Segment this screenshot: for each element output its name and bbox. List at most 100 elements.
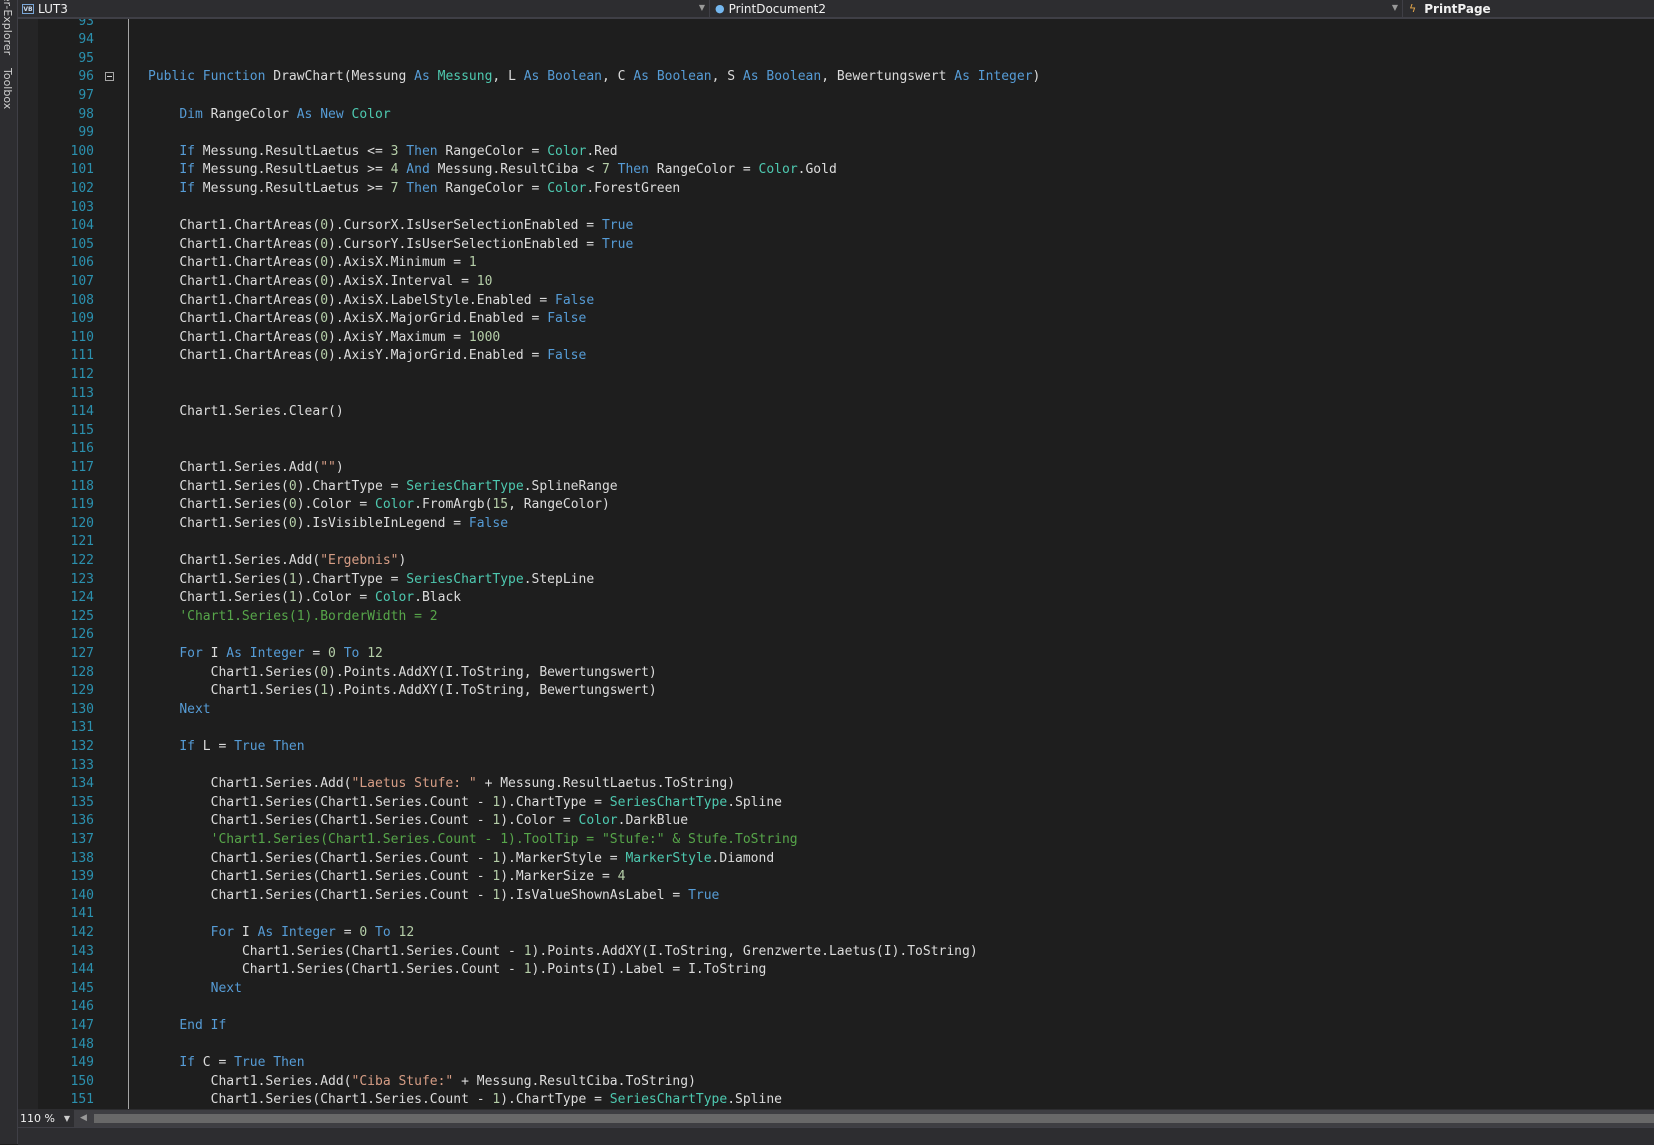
component-icon: ● [715,2,725,15]
member-dropdown[interactable]: ϟ PrintPage [1403,0,1654,17]
project-dropdown[interactable]: VB LUT3 ▼ [18,0,710,17]
code-line[interactable]: 127 For I As Integer = 0 To 12 [18,645,1654,664]
code-text: Chart1.Series(Chart1.Series.Count - 1).C… [210,794,782,810]
code-line[interactable]: 147 End If [18,1017,1654,1036]
tab-toolbox[interactable]: Toolbox [1,68,14,109]
zoom-level-dropdown[interactable]: 110 % ▼ [18,1110,74,1127]
code-line[interactable]: 139 Chart1.Series(Chart1.Series.Count - 1… [18,868,1654,887]
code-line[interactable]: 118 Chart1.Series(0).ChartType = SeriesCh… [18,478,1654,497]
code-line[interactable]: 134 Chart1.Series.Add("Laetus Stufe: " + … [18,775,1654,794]
tab-server-explorer[interactable]: Server-Explorer [1,0,14,55]
code-line[interactable]: 131 [18,719,1654,738]
code-line[interactable]: 108 Chart1.ChartAreas(0).AxisX.LabelStyle… [18,292,1654,311]
code-line[interactable]: 148 [18,1036,1654,1055]
bottom-panel [18,1127,1654,1145]
code-line[interactable]: 103 [18,199,1654,218]
collapse-icon[interactable] [105,72,114,82]
code-line[interactable]: 141 [18,905,1654,924]
code-line[interactable]: 143 Chart1.Series(Chart1.Series.Count - 1… [18,943,1654,962]
line-number: 130 [70,701,94,717]
code-line[interactable]: 114 Chart1.Series.Clear() [18,403,1654,422]
code-line[interactable]: 110 Chart1.ChartAreas(0).AxisY.Maximum = … [18,329,1654,348]
line-number: 138 [70,850,94,866]
code-line[interactable]: 116 [18,440,1654,459]
line-number: 131 [70,720,94,736]
scroll-left-arrow-icon[interactable]: ◀ [80,1113,87,1123]
code-line[interactable]: 119 Chart1.Series(0).Color = Color.FromAr… [18,496,1654,515]
code-text: Chart1.Series(Chart1.Series.Count - 1).M… [210,869,626,885]
line-number: 128 [70,664,94,680]
code-text: Chart1.Series(0).Color = Color.FromArgb(… [179,497,610,513]
code-text: End If [179,1017,227,1033]
code-line[interactable]: 104 Chart1.ChartAreas(0).CursorX.IsUserSe… [18,217,1654,236]
event-lightning-icon: ϟ [1409,2,1417,15]
code-text: 'Chart1.Series(1).BorderWidth = 2 [179,608,438,624]
horizontal-scrollbar-thumb[interactable] [94,1114,1654,1123]
code-line[interactable]: 95 [18,50,1654,69]
code-line[interactable]: 130 Next [18,701,1654,720]
line-number: 117 [70,459,94,475]
code-line[interactable]: 124 Chart1.Series(1).Color = Color.Black [18,589,1654,608]
line-number: 141 [70,906,94,922]
code-line[interactable]: 109 Chart1.ChartAreas(0).AxisX.MajorGrid.… [18,310,1654,329]
code-line[interactable]: 129 Chart1.Series(1).Points.AddXY(I.ToStr… [18,682,1654,701]
code-line[interactable]: 140 Chart1.Series(Chart1.Series.Count - 1… [18,887,1654,906]
code-line[interactable]: 135 Chart1.Series(Chart1.Series.Count - 1… [18,794,1654,813]
code-line[interactable]: 99 [18,124,1654,143]
code-text: Chart1.ChartAreas(0).CursorX.IsUserSelec… [179,218,634,234]
code-line[interactable]: 93 [18,19,1654,31]
code-line[interactable]: 111 Chart1.ChartAreas(0).AxisY.MajorGrid.… [18,347,1654,366]
code-line[interactable]: 105 Chart1.ChartAreas(0).CursorY.IsUserSe… [18,236,1654,255]
code-line[interactable]: 128 Chart1.Series(0).Points.AddXY(I.ToStr… [18,664,1654,683]
code-line[interactable]: 112 [18,366,1654,385]
code-line[interactable]: 121 [18,533,1654,552]
code-text: Chart1.Series(Chart1.Series.Count - 1).C… [210,813,689,829]
code-text: If L = True Then [179,738,305,754]
code-text: Next [210,980,242,996]
code-line[interactable]: 137 'Chart1.Series(Chart1.Series.Count - … [18,831,1654,850]
code-line[interactable]: 142 For I As Integer = 0 To 12 [18,924,1654,943]
code-line[interactable]: 120 Chart1.Series(0).IsVisibleInLegend = … [18,515,1654,534]
code-line[interactable]: 136 Chart1.Series(Chart1.Series.Count - 1… [18,812,1654,831]
code-line[interactable]: 149 If C = True Then [18,1054,1654,1073]
code-line[interactable]: 125 'Chart1.Series(1).BorderWidth = 2 [18,608,1654,627]
code-line[interactable]: 126 [18,626,1654,645]
line-number: 107 [70,273,94,289]
line-number: 110 [70,329,94,345]
code-line[interactable]: 146 [18,998,1654,1017]
object-dropdown[interactable]: ● PrintDocument2 ▼ [710,0,1403,17]
code-line[interactable]: 113 [18,385,1654,404]
code-line[interactable]: 102 If Messung.ResultLaetus >= 7 Then Ran… [18,180,1654,199]
code-line[interactable]: 151 Chart1.Series(Chart1.Series.Count - 1… [18,1091,1654,1109]
code-line[interactable]: 115 [18,422,1654,441]
code-line[interactable]: 138 Chart1.Series(Chart1.Series.Count - 1… [18,850,1654,869]
code-line[interactable]: 150 Chart1.Series.Add("Ciba Stufe:" + Mes… [18,1073,1654,1092]
code-text: Chart1.Series.Clear() [179,404,344,420]
line-number: 143 [70,943,94,959]
code-line[interactable]: 106 Chart1.ChartAreas(0).AxisX.Minimum = … [18,254,1654,273]
line-number: 99 [78,125,94,141]
line-number: 149 [70,1055,94,1071]
line-number: 123 [70,571,94,587]
code-line[interactable]: 98 Dim RangeColor As New Color [18,106,1654,125]
line-number: 140 [70,887,94,903]
line-number: 115 [70,422,94,438]
code-text: If C = True Then [179,1055,305,1071]
line-number: 122 [70,552,94,568]
code-line[interactable]: 117 Chart1.Series.Add("") [18,459,1654,478]
code-line[interactable]: 123 Chart1.Series(1).ChartType = SeriesCh… [18,571,1654,590]
code-line[interactable]: 97 [18,87,1654,106]
code-line[interactable]: 96 Public Function DrawChart(Messung As M… [18,68,1654,87]
code-line[interactable]: 100 If Messung.ResultLaetus <= 3 Then Ran… [18,143,1654,162]
code-line[interactable]: 94 [18,31,1654,50]
code-editor[interactable]: 93 94 95 96 Public Function DrawChart(Messun… [18,19,1654,1109]
code-line[interactable]: 133 [18,757,1654,776]
code-line[interactable]: 101 If Messung.ResultLaetus >= 4 And Mess… [18,161,1654,180]
code-line[interactable]: 132 If L = True Then [18,738,1654,757]
code-line[interactable]: 107 Chart1.ChartAreas(0).AxisX.Interval =… [18,273,1654,292]
code-line[interactable]: 122 Chart1.Series.Add("Ergebnis") [18,552,1654,571]
project-label: LUT3 [38,1,68,16]
code-line[interactable]: 144 Chart1.Series(Chart1.Series.Count - 1… [18,961,1654,980]
code-line[interactable]: 145 Next [18,980,1654,999]
line-number: 146 [70,999,94,1015]
